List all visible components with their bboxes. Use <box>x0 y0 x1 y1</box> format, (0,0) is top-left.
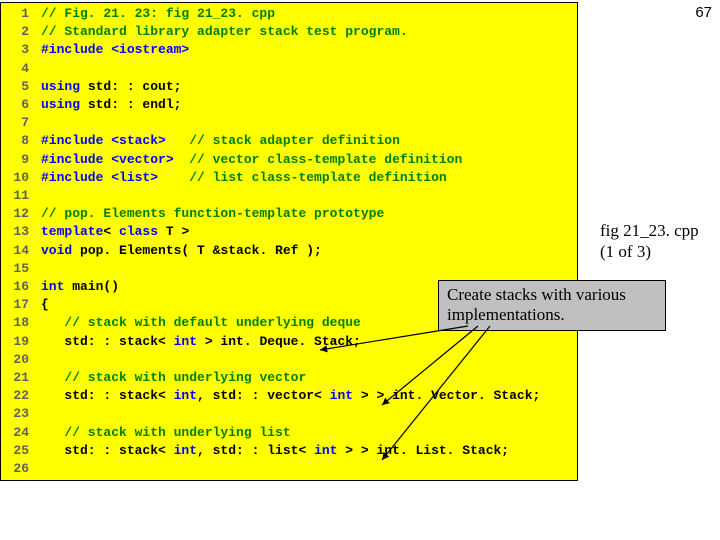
code-content: #include <stack> // stack adapter defini… <box>41 132 400 150</box>
code-content: // Fig. 21. 23: fig 21_23. cpp <box>41 5 275 23</box>
code-content: // stack with underlying list <box>41 424 291 442</box>
line-number: 8 <box>1 132 41 150</box>
line-number: 13 <box>1 223 41 241</box>
line-number: 6 <box>1 96 41 114</box>
code-content: std: : stack< int > int. Deque. Stack; <box>41 333 361 351</box>
line-number: 14 <box>1 242 41 260</box>
code-line: 5using std: : cout; <box>1 78 577 96</box>
page-number: 67 <box>695 4 712 21</box>
code-content: template< class T > <box>41 223 189 241</box>
line-number: 21 <box>1 369 41 387</box>
code-content: std: : stack< int, std: : list< int > > … <box>41 442 509 460</box>
caption-line2: (1 of 3) <box>600 242 651 261</box>
code-content: { <box>41 296 49 314</box>
slide-caption: fig 21_23. cpp (1 of 3) <box>600 220 699 263</box>
line-number: 12 <box>1 205 41 223</box>
code-line: 13template< class T > <box>1 223 577 241</box>
line-number: 16 <box>1 278 41 296</box>
code-line: 2// Standard library adapter stack test … <box>1 23 577 41</box>
line-number: 7 <box>1 114 41 132</box>
code-content: using std: : endl; <box>41 96 181 114</box>
line-number: 25 <box>1 442 41 460</box>
code-line: 10#include <list> // list class-template… <box>1 169 577 187</box>
code-content: // pop. Elements function-template proto… <box>41 205 384 223</box>
line-number: 22 <box>1 387 41 405</box>
code-line: 23 <box>1 405 577 423</box>
code-content: std: : stack< int, std: : vector< int > … <box>41 387 540 405</box>
code-line: 21 // stack with underlying vector <box>1 369 577 387</box>
line-number: 19 <box>1 333 41 351</box>
code-line: 6using std: : endl; <box>1 96 577 114</box>
caption-line1: fig 21_23. cpp <box>600 221 699 240</box>
code-line: 3#include <iostream> <box>1 41 577 59</box>
line-number: 26 <box>1 460 41 478</box>
code-line: 24 // stack with underlying list <box>1 424 577 442</box>
code-line: 12// pop. Elements function-template pro… <box>1 205 577 223</box>
line-number: 24 <box>1 424 41 442</box>
code-line: 9#include <vector> // vector class-templ… <box>1 151 577 169</box>
code-line: 22 std: : stack< int, std: : vector< int… <box>1 387 577 405</box>
code-content: #include <iostream> <box>41 41 189 59</box>
code-content: #include <vector> // vector class-templa… <box>41 151 462 169</box>
line-number: 15 <box>1 260 41 278</box>
code-content: using std: : cout; <box>41 78 181 96</box>
code-content: // stack with default underlying deque <box>41 314 361 332</box>
line-number: 2 <box>1 23 41 41</box>
line-number: 5 <box>1 78 41 96</box>
code-content: int main() <box>41 278 119 296</box>
line-number: 20 <box>1 351 41 369</box>
code-line: 25 std: : stack< int, std: : list< int >… <box>1 442 577 460</box>
code-line: 15 <box>1 260 577 278</box>
code-line: 8#include <stack> // stack adapter defin… <box>1 132 577 150</box>
code-line: 4 <box>1 60 577 78</box>
line-number: 4 <box>1 60 41 78</box>
code-content: // stack with underlying vector <box>41 369 306 387</box>
code-line: 20 <box>1 351 577 369</box>
line-number: 17 <box>1 296 41 314</box>
code-content: #include <list> // list class-template d… <box>41 169 447 187</box>
line-number: 1 <box>1 5 41 23</box>
code-line: 7 <box>1 114 577 132</box>
line-number: 18 <box>1 314 41 332</box>
code-line: 26 <box>1 460 577 478</box>
callout-annotation: Create stacks with various implementatio… <box>438 280 666 331</box>
code-content: // Standard library adapter stack test p… <box>41 23 408 41</box>
code-line: 14void pop. Elements( T &stack. Ref ); <box>1 242 577 260</box>
line-number: 10 <box>1 169 41 187</box>
line-number: 3 <box>1 41 41 59</box>
code-block: 1// Fig. 21. 23: fig 21_23. cpp2// Stand… <box>0 2 578 481</box>
code-line: 11 <box>1 187 577 205</box>
line-number: 23 <box>1 405 41 423</box>
code-line: 19 std: : stack< int > int. Deque. Stack… <box>1 333 577 351</box>
line-number: 9 <box>1 151 41 169</box>
line-number: 11 <box>1 187 41 205</box>
code-content: void pop. Elements( T &stack. Ref ); <box>41 242 322 260</box>
code-line: 1// Fig. 21. 23: fig 21_23. cpp <box>1 5 577 23</box>
